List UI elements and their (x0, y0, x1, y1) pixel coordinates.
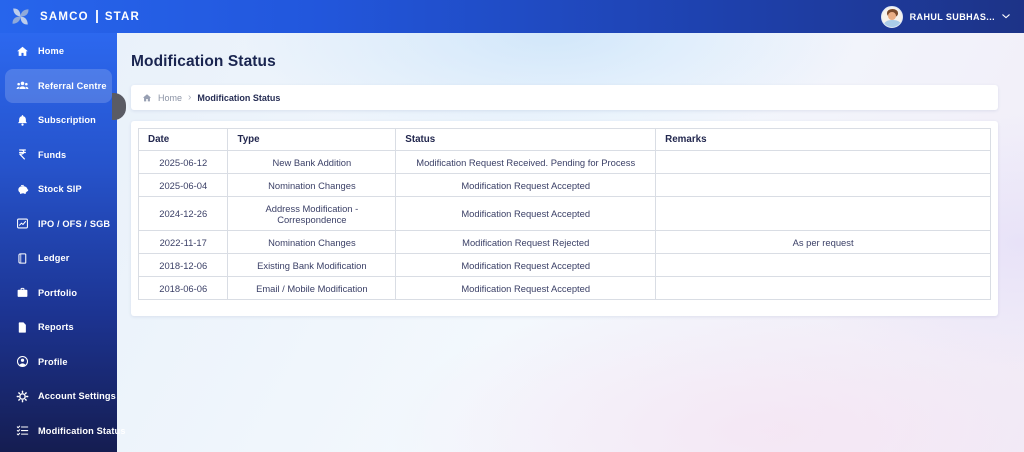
table-row: 2022-11-17 Nomination Changes Modification… (137, 230, 991, 254)
sidebar-item-label: Funds (38, 149, 67, 160)
sidebar-item-label: Home (38, 46, 65, 57)
table-cell: As per request (655, 230, 991, 254)
user-name: RAHUL SUBHAS... (909, 11, 995, 22)
breadcrumb-current: Modification Status (197, 92, 281, 103)
table-cell: 2025-06-12 (137, 150, 229, 174)
checklist-icon (16, 424, 29, 437)
rupee-icon (16, 148, 29, 161)
breadcrumb: Home › Modification Status (131, 85, 998, 110)
table-cell: 2022-11-17 (137, 230, 229, 254)
sidebar-item-subscription[interactable]: Subscription (5, 103, 112, 138)
table-cell: 2025-06-04 (137, 173, 229, 197)
table-body: 2025-06-12 New Bank Addition Modification … (137, 150, 991, 300)
user-menu[interactable]: RAHUL SUBHAS... (880, 5, 1010, 28)
book-icon (16, 252, 29, 265)
chart-icon (16, 217, 29, 230)
table-row: 2018-12-06 Existing Bank Modification Modi… (137, 253, 991, 277)
column-header-date: Date (137, 128, 229, 151)
table-card: Date Type Status Remarks 2025-06-12 New B… (131, 121, 998, 316)
table-cell: Modification Request Accepted (395, 173, 657, 197)
table-cell: Modification Request Accepted (395, 196, 657, 231)
referral-centre-icon (16, 79, 29, 92)
table-cell: Existing Bank Modification (227, 253, 397, 277)
table-cell (655, 253, 991, 277)
table-cell: Nomination Changes (227, 230, 397, 254)
briefcase-icon (16, 286, 29, 299)
sidebar-item-label: Portfolio (38, 287, 78, 298)
sidebar-item-label: Reports (38, 322, 74, 333)
brand-logo[interactable]: SAMCO STAR (9, 5, 140, 28)
sidebar-item-modification-status[interactable]: Modification Status (5, 414, 125, 449)
sidebar-item-label: Account Settings (38, 391, 116, 402)
table-cell: Modification Request Accepted (395, 276, 657, 300)
table-row: 2024-12-26 Address Modification - Corresp… (137, 196, 991, 231)
samco-pinwheel-icon (9, 5, 32, 28)
sidebar-item-ipo-ofs-sgb[interactable]: IPO / OFS / SGB (5, 207, 112, 242)
table-cell (655, 196, 991, 231)
sidebar-item-reports[interactable]: Reports (5, 310, 112, 345)
table-row: 2025-06-12 New Bank Addition Modification … (137, 150, 991, 174)
brand-name-right: STAR (104, 10, 141, 23)
table-cell: Modification Request Accepted (395, 253, 657, 277)
sidebar-item-portfolio[interactable]: Portfolio (5, 276, 112, 311)
table-cell: Nomination Changes (227, 173, 397, 197)
table-cell: Modification Request Received. Pending f… (395, 150, 657, 174)
user-avatar (880, 5, 903, 28)
bell-icon (16, 114, 29, 127)
modification-status-table: Date Type Status Remarks 2025-06-12 New B… (137, 128, 991, 300)
table-cell: New Bank Addition (227, 150, 397, 174)
home-icon (16, 45, 29, 58)
profile-icon (16, 355, 29, 368)
gear-icon (16, 390, 29, 403)
page-title: Modification Status (131, 53, 276, 70)
sidebar-item-label: Referral Centre (38, 80, 107, 91)
piggy-bank-icon (16, 183, 29, 196)
column-header-type: Type (227, 128, 397, 151)
table-cell (655, 173, 991, 197)
brand-name-left: SAMCO (40, 10, 89, 23)
column-header-status: Status (395, 128, 657, 151)
sidebar-item-ledger[interactable]: Ledger (5, 241, 112, 276)
breadcrumb-home-link[interactable]: Home (158, 93, 182, 103)
sidebar-item-account-settings[interactable]: Account Settings (5, 379, 116, 414)
sidebar-item-home[interactable]: Home (5, 34, 112, 69)
sidebar-item-label: Modification Status (38, 425, 126, 436)
table-cell (655, 150, 991, 174)
sidebar-item-label: Profile (38, 356, 68, 367)
table-cell: Modification Request Rejected (395, 230, 657, 254)
main-content: Modification Status Home › Modification … (117, 33, 1024, 452)
table-cell: Email / Mobile Modification (227, 276, 397, 300)
sidebar-item-label: Subscription (38, 115, 96, 126)
breadcrumb-separator: › (188, 91, 192, 103)
table-cell: Address Modification - Correspondence (227, 196, 397, 231)
table-cell: 2018-06-06 (137, 276, 229, 300)
column-header-remarks: Remarks (655, 128, 991, 151)
table-cell: 2024-12-26 (137, 196, 229, 231)
sidebar-item-funds[interactable]: Funds (5, 138, 112, 173)
chevron-down-icon (1002, 14, 1010, 19)
sidebar-item-label: IPO / OFS / SGB (38, 218, 111, 229)
top-header: SAMCO STAR RAHUL SUBHAS... (0, 0, 1024, 33)
sidebar-item-referral-centre[interactable]: Referral Centre (5, 68, 112, 103)
table-row: 2025-06-04 Nomination Changes Modification… (137, 173, 991, 197)
sidebar-nav: Home Referral Centre Subscription Funds Stoc… (0, 33, 125, 452)
sidebar-item-profile[interactable]: Profile (5, 345, 112, 380)
app-root: SAMCO STAR RAHUL SUBHAS... Home Referral … (0, 0, 1024, 452)
table-cell: 2018-12-06 (137, 253, 229, 277)
sidebar-item-stock-sip[interactable]: Stock SIP (5, 172, 112, 207)
sidebar-item-label: Ledger (38, 253, 70, 264)
home-icon (142, 93, 152, 103)
document-icon (16, 321, 29, 334)
brand-divider (95, 10, 98, 23)
sidebar-item-label: Stock SIP (38, 184, 82, 195)
table-row: 2018-06-06 Email / Mobile Modification Mod… (137, 276, 991, 300)
table-cell (655, 276, 991, 300)
table-header-row: Date Type Status Remarks (137, 128, 991, 151)
